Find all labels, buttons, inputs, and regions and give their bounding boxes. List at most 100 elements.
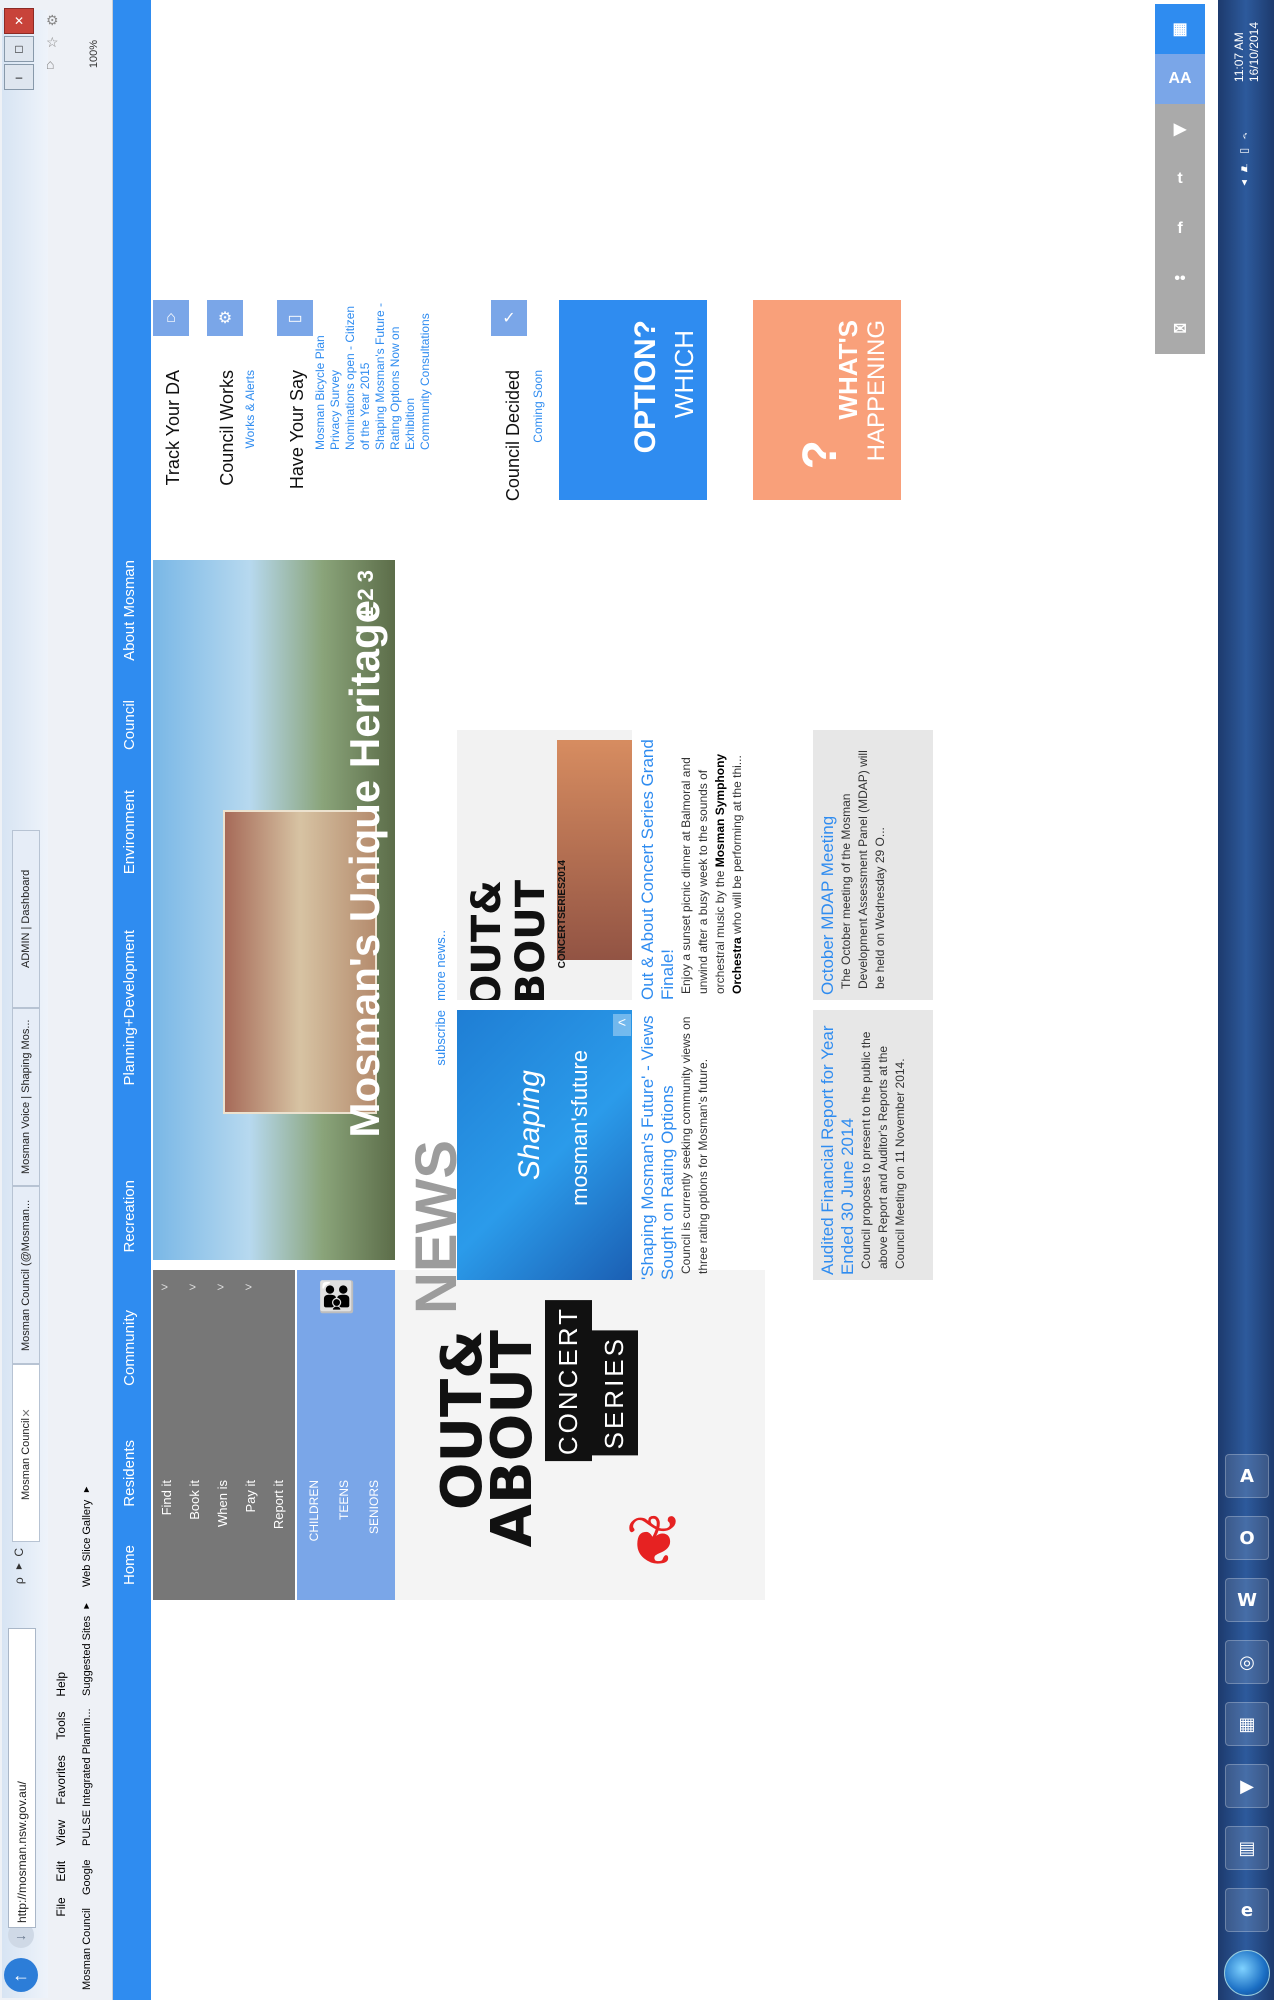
nav-recreation[interactable]: Recreation (121, 1180, 138, 1253)
speech-bubble-icon[interactable]: ▭ (277, 300, 313, 336)
twitter-icon[interactable]: t (1155, 154, 1205, 204)
menu-favorites[interactable]: Favorites (54, 1755, 68, 1804)
story-body: Council is currently seeking community v… (679, 1016, 710, 1274)
age-teens[interactable]: TEENS (337, 1480, 351, 1520)
zoom-level[interactable]: 100% (88, 40, 100, 68)
quick-book-it[interactable]: Book it (187, 1480, 202, 1520)
story-body: The October meeting of the Mosman Develo… (839, 750, 887, 989)
menu-file[interactable]: File (54, 1897, 68, 1916)
home-icon[interactable]: ⌂ (46, 56, 54, 72)
council-works-heading[interactable]: Council Works (217, 370, 238, 486)
acrobat-icon[interactable]: A (1225, 1454, 1269, 1498)
file-explorer-icon[interactable]: ▤ (1225, 1826, 1269, 1870)
have-your-say-heading[interactable]: Have Your Say (287, 370, 308, 489)
works-alerts-link[interactable]: Works & Alerts (243, 370, 258, 448)
story-title[interactable]: Out & About Concert Series Grand Finale! (638, 730, 678, 1000)
whats-happening-tile[interactable]: ? WHAT'S HAPPENING (753, 300, 901, 500)
favorites-star-icon[interactable]: ☆ (46, 34, 59, 51)
menu-view[interactable]: View (54, 1820, 68, 1846)
menu-help[interactable]: Help (54, 1672, 68, 1697)
windows-taskbar: 11:07 AM 16/10/2014 ▴ ⚑ ▭ ♪ e ▤ ▶ ▦ ◎ W … (1218, 0, 1274, 2000)
story-body: Enjoy a sunset picnic dinner at Balmoral… (679, 753, 744, 994)
close-window-button[interactable]: ✕ (4, 8, 34, 34)
settings-gear-icon[interactable]: ⚙ (46, 12, 59, 29)
concert-series-promo[interactable]: OUT& ABOUT CONCERT SERIES ❦ (395, 1270, 765, 1600)
url-input[interactable]: http://mosman.nsw.gov.au/ (8, 1628, 36, 1928)
news-subscribe-link[interactable]: subscribe (433, 1010, 448, 1066)
chevron-icon: > (217, 1280, 225, 1294)
word-icon[interactable]: W (1225, 1578, 1269, 1622)
carousel-prev-icon[interactable]: < (613, 1014, 631, 1036)
nav-community[interactable]: Community (121, 1310, 138, 1386)
council-decided-heading[interactable]: Council Decided (503, 370, 524, 501)
say-link-citizen-of-year[interactable]: Nominations open - Citizen of the Year 2… (343, 300, 373, 450)
which-text: WHICH (669, 330, 699, 419)
website: Home Residents Community Recreation Plan… (113, 0, 1218, 2000)
quick-report-it[interactable]: Report it (271, 1480, 286, 1529)
shaping-future-image[interactable]: Shaping mosman'sfuture < (457, 1010, 632, 1280)
story-title[interactable]: October MDAP Meeting (818, 735, 838, 995)
quick-when-is[interactable]: When is (215, 1480, 230, 1527)
nav-about-mosman[interactable]: About Mosman (121, 560, 138, 661)
story-shaping-future[interactable]: 'Shaping Mosman's Future' - Views Sought… (638, 1010, 748, 1280)
out-about-image[interactable]: OUT& ABOUT CONCERTSERIES2014 (457, 730, 632, 1000)
fav-google[interactable]: Google (81, 1860, 93, 1895)
tab-mosman-council[interactable]: Mosman Council ✕ (12, 1364, 40, 1542)
flickr-icon[interactable]: •• (1155, 254, 1205, 304)
story-title[interactable]: Audited Financial Report for Year Ended … (818, 1015, 858, 1276)
back-button[interactable]: ← (4, 1958, 38, 1992)
fav-suggested-sites[interactable]: Suggested Sites ▾ (80, 1600, 93, 1696)
nav-environment[interactable]: Environment (121, 790, 138, 874)
house-icon[interactable]: ⌂ (153, 300, 189, 336)
nav-residents[interactable]: Residents (121, 1440, 138, 1507)
say-link-privacy-survey[interactable]: Privacy Survey (328, 300, 343, 450)
system-tray[interactable]: ▴ ⚑ ▭ ♪ (1238, 130, 1251, 190)
calendar-icon[interactable]: ▦ (1155, 4, 1205, 54)
hero-banner[interactable]: Mosman's Unique Heritage 1 2 3 (153, 560, 395, 1260)
age-seniors[interactable]: SENIORS (367, 1480, 381, 1534)
story-title[interactable]: 'Shaping Mosman's Future' - Views Sought… (638, 1010, 678, 1280)
tab-admin-dashboard[interactable]: ADMIN | Dashboard (12, 830, 40, 1008)
menu-tools[interactable]: Tools (54, 1712, 68, 1740)
nav-council[interactable]: Council (121, 700, 138, 750)
story-mdap-meeting[interactable]: October MDAP Meeting The October meeting… (818, 735, 928, 995)
address-search-controls[interactable]: ρ ▾ C (12, 1548, 26, 1584)
track-da-heading[interactable]: Track Your DA (163, 370, 184, 485)
nav-planning-development[interactable]: Planning+Development (121, 930, 138, 1086)
email-icon[interactable]: ✉ (1155, 304, 1205, 354)
hero-pager[interactable]: 1 2 3 (353, 570, 379, 619)
facebook-icon[interactable]: f (1155, 204, 1205, 254)
quick-pay-it[interactable]: Pay it (243, 1480, 258, 1513)
text-size-icon[interactable]: AA (1155, 54, 1205, 104)
start-button[interactable] (1224, 1950, 1270, 1996)
fav-mosman-council[interactable]: Mosman Council (81, 1908, 93, 1990)
outlook-icon[interactable]: O (1225, 1516, 1269, 1560)
menu-edit[interactable]: Edit (54, 1861, 68, 1882)
minimize-window-button[interactable]: – (4, 64, 34, 90)
maximize-window-button[interactable]: □ (4, 36, 34, 62)
story-concert-finale[interactable]: Out & About Concert Series Grand Finale!… (638, 730, 778, 1000)
browser-chrome: ✕ □ – ⚙ ☆ ⌂ ← → http://mosman.nsw.gov.au… (0, 0, 113, 2000)
remote-icon[interactable]: ◎ (1225, 1640, 1269, 1684)
quick-find-it[interactable]: Find it (159, 1480, 174, 1515)
calculator-icon[interactable]: ▦ (1225, 1702, 1269, 1746)
tab-close-icon[interactable]: ✕ (20, 1406, 33, 1419)
news-more-link[interactable]: more news.. (433, 930, 448, 1001)
story-financial-report[interactable]: Audited Financial Report for Year Ended … (818, 1015, 928, 1276)
main-navigation: Home Residents Community Recreation Plan… (113, 0, 151, 2000)
age-children[interactable]: CHILDREN (307, 1480, 321, 1541)
media-player-icon[interactable]: ▶ (1225, 1764, 1269, 1808)
say-link-bicycle-plan[interactable]: Mosman Bicycle Plan (313, 300, 328, 450)
taskbar-clock[interactable]: 11:07 AM 16/10/2014 (1232, 22, 1262, 82)
youtube-icon[interactable]: ▶ (1155, 104, 1205, 154)
checkmark-icon[interactable]: ✓ (491, 300, 527, 336)
ie-icon[interactable]: e (1225, 1888, 1269, 1932)
tab-mosman-voice[interactable]: Mosman Voice | Shaping Mos... (12, 1008, 40, 1186)
fav-web-slice-gallery[interactable]: Web Slice Gallery ▾ (80, 1483, 93, 1586)
cogs-icon[interactable]: ⚙ (207, 300, 243, 336)
fav-pulse[interactable]: PULSE Integrated Plannin... (81, 1709, 93, 1847)
which-option-tile[interactable]: WHICH OPTION? (559, 300, 707, 500)
nav-home[interactable]: Home (121, 1545, 138, 1585)
coming-soon-link[interactable]: Coming Soon (531, 370, 546, 443)
tab-mosman-twitter[interactable]: Mosman Council (@Mosman... (12, 1186, 40, 1364)
